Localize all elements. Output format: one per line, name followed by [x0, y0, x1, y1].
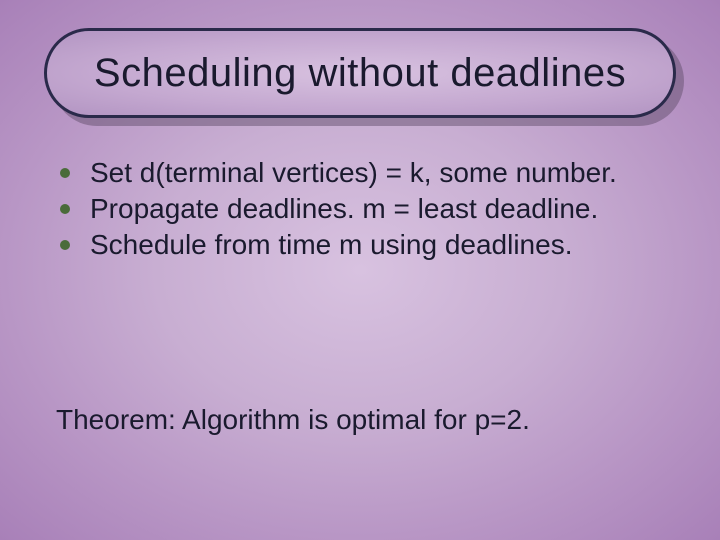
- bullet-list: Set d(terminal vertices) = k, some numbe…: [56, 156, 670, 262]
- bullet-icon: [60, 168, 70, 178]
- bullet-text: Propagate deadlines. m = least deadline.: [90, 193, 598, 224]
- list-item: Schedule from time m using deadlines.: [56, 228, 670, 262]
- slide-body: Set d(terminal vertices) = k, some numbe…: [56, 156, 670, 264]
- slide-title: Scheduling without deadlines: [94, 51, 626, 96]
- bullet-text: Schedule from time m using deadlines.: [90, 229, 572, 260]
- bullet-text: Set d(terminal vertices) = k, some numbe…: [90, 157, 617, 188]
- bullet-icon: [60, 204, 70, 214]
- title-box: Scheduling without deadlines: [44, 28, 676, 118]
- slide: Scheduling without deadlines Set d(termi…: [0, 0, 720, 540]
- theorem-text: Theorem: Algorithm is optimal for p=2.: [56, 404, 530, 436]
- list-item: Set d(terminal vertices) = k, some numbe…: [56, 156, 670, 190]
- bullet-icon: [60, 240, 70, 250]
- list-item: Propagate deadlines. m = least deadline.: [56, 192, 670, 226]
- title-container: Scheduling without deadlines: [44, 28, 676, 118]
